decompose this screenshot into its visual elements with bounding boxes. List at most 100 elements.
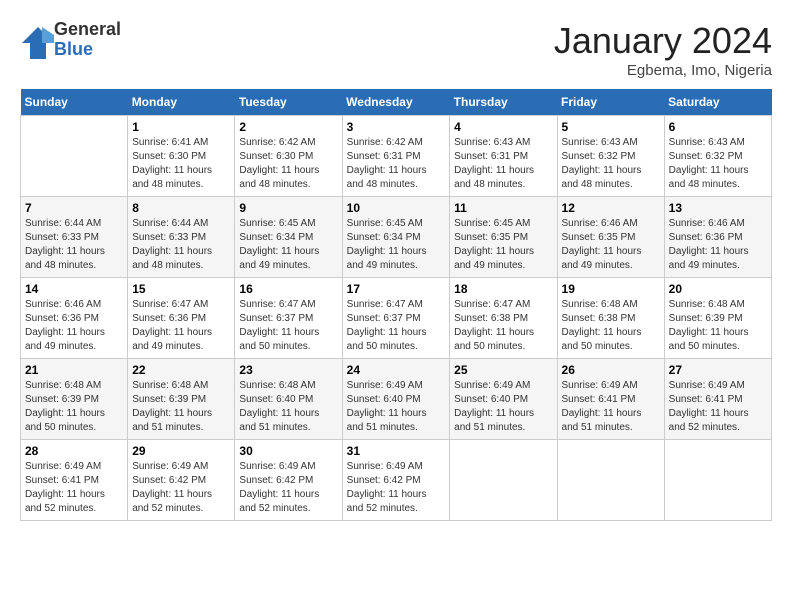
day-cell: 14Sunrise: 6:46 AM Sunset: 6:36 PM Dayli… — [21, 278, 128, 359]
day-number: 22 — [132, 363, 230, 377]
day-cell: 25 Sunrise: 6:49 AM Sunset: 6:40 PM Dayli… — [450, 359, 557, 440]
day-info: Sunrise: 6:48 AM Sunset: 6:39 PM Dayligh… — [132, 379, 230, 435]
header-wednesday: Wednesday — [342, 89, 450, 116]
day-info: Sunrise: 6:45 AM Sunset: 6:34 PM Dayligh… — [347, 217, 446, 273]
day-info: Sunrise: 6:49 AM Sunset: 6:42 PM Dayligh… — [347, 460, 446, 516]
day-cell: 22 Sunrise: 6:48 AM Sunset: 6:39 PM Dayli… — [128, 359, 235, 440]
week-row-3: 14Sunrise: 6:46 AM Sunset: 6:36 PM Dayli… — [21, 278, 772, 359]
day-cell: 10Sunrise: 6:45 AM Sunset: 6:34 PM Dayli… — [342, 197, 450, 278]
day-cell: 1Sunrise: 6:41 AM Sunset: 6:30 PM Daylig… — [128, 116, 235, 197]
day-info: Sunrise: 6:46 AM Sunset: 6:36 PM Dayligh… — [669, 217, 767, 273]
day-number: 3 — [347, 120, 446, 134]
day-info: Sunrise: 6:47 AM Sunset: 6:37 PM Dayligh… — [347, 298, 446, 354]
day-number: 5 — [562, 120, 660, 134]
day-cell: 3 Sunrise: 6:42 AM Sunset: 6:31 PM Daylig… — [342, 116, 450, 197]
day-info: Sunrise: 6:43 AM Sunset: 6:32 PM Dayligh… — [669, 136, 767, 192]
day-cell: 17 Sunrise: 6:47 AM Sunset: 6:37 PM Dayli… — [342, 278, 450, 359]
day-cell: 21 Sunrise: 6:48 AM Sunset: 6:39 PM Dayli… — [21, 359, 128, 440]
day-number: 2 — [239, 120, 337, 134]
week-row-1: 1Sunrise: 6:41 AM Sunset: 6:30 PM Daylig… — [21, 116, 772, 197]
day-number: 30 — [239, 444, 337, 458]
day-number: 29 — [132, 444, 230, 458]
day-cell: 27Sunrise: 6:49 AM Sunset: 6:41 PM Dayli… — [664, 359, 771, 440]
header-friday: Friday — [557, 89, 664, 116]
day-number: 25 — [454, 363, 552, 377]
page-header: General Blue January 2024 Egbema, Imo, N… — [20, 20, 772, 79]
day-cell: 15Sunrise: 6:47 AM Sunset: 6:36 PM Dayli… — [128, 278, 235, 359]
header-monday: Monday — [128, 89, 235, 116]
day-cell: 31 Sunrise: 6:49 AM Sunset: 6:42 PM Dayli… — [342, 440, 450, 521]
day-cell: 13Sunrise: 6:46 AM Sunset: 6:36 PM Dayli… — [664, 197, 771, 278]
day-number: 1 — [132, 120, 230, 134]
day-cell: 9 Sunrise: 6:45 AM Sunset: 6:34 PM Daylig… — [235, 197, 342, 278]
day-cell: 8 Sunrise: 6:44 AM Sunset: 6:33 PM Daylig… — [128, 197, 235, 278]
day-number: 16 — [239, 282, 337, 296]
day-number: 31 — [347, 444, 446, 458]
day-cell: 28 Sunrise: 6:49 AM Sunset: 6:41 PM Dayli… — [21, 440, 128, 521]
day-info: Sunrise: 6:46 AM Sunset: 6:36 PM Dayligh… — [25, 298, 123, 354]
location-subtitle: Egbema, Imo, Nigeria — [554, 62, 772, 79]
day-info: Sunrise: 6:49 AM Sunset: 6:41 PM Dayligh… — [562, 379, 660, 435]
day-number: 20 — [669, 282, 767, 296]
day-info: Sunrise: 6:48 AM Sunset: 6:39 PM Dayligh… — [25, 379, 123, 435]
week-row-5: 28 Sunrise: 6:49 AM Sunset: 6:41 PM Dayli… — [21, 440, 772, 521]
title-section: January 2024 Egbema, Imo, Nigeria — [554, 20, 772, 79]
day-info: Sunrise: 6:48 AM Sunset: 6:38 PM Dayligh… — [562, 298, 660, 354]
day-cell: 19 Sunrise: 6:48 AM Sunset: 6:38 PM Dayli… — [557, 278, 664, 359]
day-info: Sunrise: 6:42 AM Sunset: 6:31 PM Dayligh… — [347, 136, 446, 192]
day-number: 19 — [562, 282, 660, 296]
day-number: 21 — [25, 363, 123, 377]
day-number: 9 — [239, 201, 337, 215]
day-cell: 18 Sunrise: 6:47 AM Sunset: 6:38 PM Dayli… — [450, 278, 557, 359]
day-info: Sunrise: 6:44 AM Sunset: 6:33 PM Dayligh… — [132, 217, 230, 273]
day-cell: 7 Sunrise: 6:44 AM Sunset: 6:33 PM Daylig… — [21, 197, 128, 278]
calendar-header-row: SundayMondayTuesdayWednesdayThursdayFrid… — [21, 89, 772, 116]
day-info: Sunrise: 6:49 AM Sunset: 6:42 PM Dayligh… — [239, 460, 337, 516]
day-cell: 23 Sunrise: 6:48 AM Sunset: 6:40 PM Dayli… — [235, 359, 342, 440]
day-cell: 29 Sunrise: 6:49 AM Sunset: 6:42 PM Dayli… — [128, 440, 235, 521]
day-info: Sunrise: 6:47 AM Sunset: 6:37 PM Dayligh… — [239, 298, 337, 354]
day-number: 28 — [25, 444, 123, 458]
day-info: Sunrise: 6:43 AM Sunset: 6:31 PM Dayligh… — [454, 136, 552, 192]
day-number: 24 — [347, 363, 446, 377]
day-number: 7 — [25, 201, 123, 215]
day-number: 18 — [454, 282, 552, 296]
day-info: Sunrise: 6:49 AM Sunset: 6:42 PM Dayligh… — [132, 460, 230, 516]
day-cell: 2 Sunrise: 6:42 AM Sunset: 6:30 PM Daylig… — [235, 116, 342, 197]
header-saturday: Saturday — [664, 89, 771, 116]
day-info: Sunrise: 6:49 AM Sunset: 6:41 PM Dayligh… — [25, 460, 123, 516]
day-info: Sunrise: 6:44 AM Sunset: 6:33 PM Dayligh… — [25, 217, 123, 273]
day-info: Sunrise: 6:49 AM Sunset: 6:41 PM Dayligh… — [669, 379, 767, 435]
day-number: 4 — [454, 120, 552, 134]
day-cell: 30 Sunrise: 6:49 AM Sunset: 6:42 PM Dayli… — [235, 440, 342, 521]
logo: General Blue — [20, 20, 121, 60]
day-info: Sunrise: 6:45 AM Sunset: 6:34 PM Dayligh… — [239, 217, 337, 273]
day-cell: 26Sunrise: 6:49 AM Sunset: 6:41 PM Dayli… — [557, 359, 664, 440]
day-info: Sunrise: 6:48 AM Sunset: 6:40 PM Dayligh… — [239, 379, 337, 435]
day-number: 8 — [132, 201, 230, 215]
day-cell: 6Sunrise: 6:43 AM Sunset: 6:32 PM Daylig… — [664, 116, 771, 197]
day-info: Sunrise: 6:42 AM Sunset: 6:30 PM Dayligh… — [239, 136, 337, 192]
day-info: Sunrise: 6:43 AM Sunset: 6:32 PM Dayligh… — [562, 136, 660, 192]
week-row-2: 7 Sunrise: 6:44 AM Sunset: 6:33 PM Daylig… — [21, 197, 772, 278]
day-cell — [664, 440, 771, 521]
day-number: 11 — [454, 201, 552, 215]
day-info: Sunrise: 6:48 AM Sunset: 6:39 PM Dayligh… — [669, 298, 767, 354]
header-sunday: Sunday — [21, 89, 128, 116]
logo-text: General Blue — [54, 20, 121, 60]
week-row-4: 21 Sunrise: 6:48 AM Sunset: 6:39 PM Dayli… — [21, 359, 772, 440]
day-cell: 11 Sunrise: 6:45 AM Sunset: 6:35 PM Dayli… — [450, 197, 557, 278]
day-info: Sunrise: 6:46 AM Sunset: 6:35 PM Dayligh… — [562, 217, 660, 273]
day-cell: 24 Sunrise: 6:49 AM Sunset: 6:40 PM Dayli… — [342, 359, 450, 440]
day-cell — [557, 440, 664, 521]
day-cell: 16 Sunrise: 6:47 AM Sunset: 6:37 PM Dayli… — [235, 278, 342, 359]
day-info: Sunrise: 6:49 AM Sunset: 6:40 PM Dayligh… — [454, 379, 552, 435]
day-info: Sunrise: 6:47 AM Sunset: 6:36 PM Dayligh… — [132, 298, 230, 354]
day-info: Sunrise: 6:45 AM Sunset: 6:35 PM Dayligh… — [454, 217, 552, 273]
month-title: January 2024 — [554, 20, 772, 62]
day-info: Sunrise: 6:47 AM Sunset: 6:38 PM Dayligh… — [454, 298, 552, 354]
day-number: 17 — [347, 282, 446, 296]
day-number: 23 — [239, 363, 337, 377]
day-info: Sunrise: 6:49 AM Sunset: 6:40 PM Dayligh… — [347, 379, 446, 435]
day-cell — [21, 116, 128, 197]
